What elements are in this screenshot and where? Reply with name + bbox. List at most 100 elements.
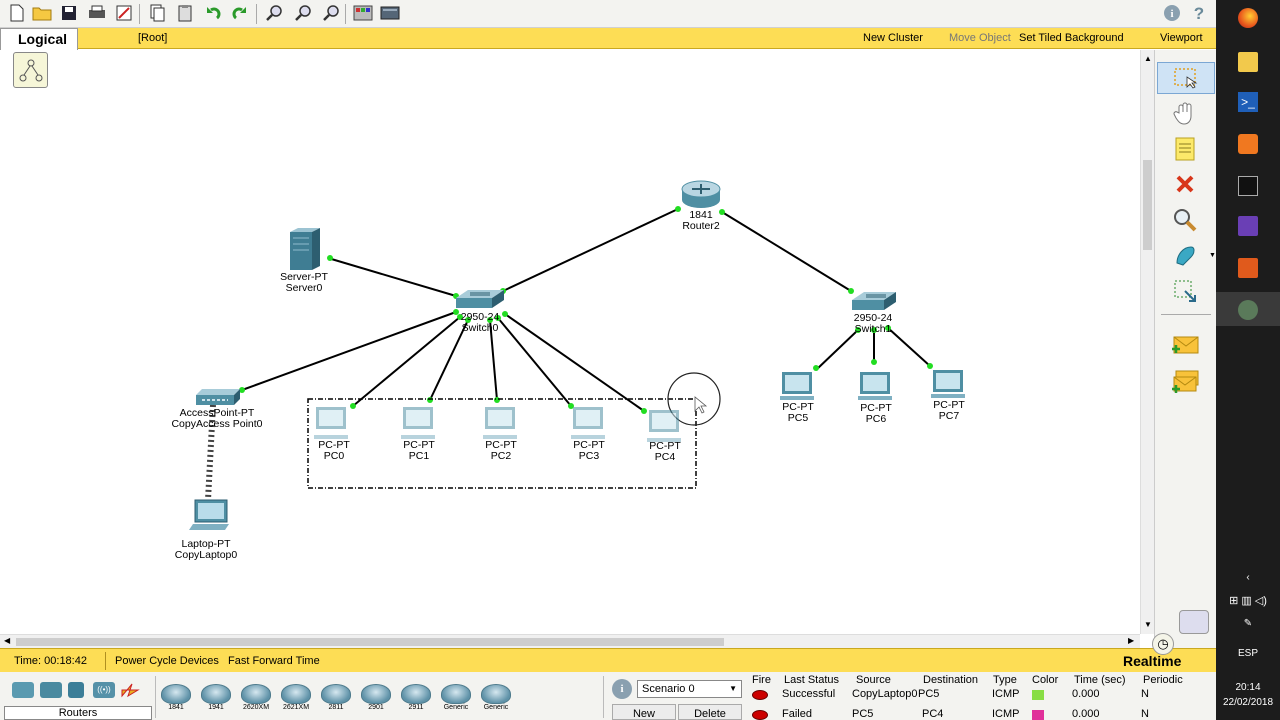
powershell-icon[interactable]: >_ xyxy=(1238,92,1258,112)
viewport-button[interactable]: Viewport xyxy=(1160,28,1203,49)
fast-forward-time-button[interactable]: Fast Forward Time xyxy=(228,649,320,673)
new-cluster-button[interactable]: New Cluster xyxy=(863,28,923,49)
router-model-2811[interactable]: 2811 xyxy=(319,684,353,718)
firefox-icon[interactable] xyxy=(1238,8,1258,28)
switches-category-icon[interactable] xyxy=(40,682,62,698)
packet-tracer-icon[interactable] xyxy=(1238,300,1258,320)
pc-icon xyxy=(401,407,435,439)
routers-category-icon[interactable] xyxy=(12,682,34,698)
sublime-text-icon[interactable] xyxy=(1238,134,1258,154)
delete-scenario-button[interactable]: Delete xyxy=(678,704,742,720)
device-pc3[interactable]: PC-PT PC3 xyxy=(573,440,605,462)
navigation-icon[interactable] xyxy=(13,52,48,88)
device-pc2[interactable]: PC-PT PC2 xyxy=(485,440,517,462)
device-pc1[interactable]: PC-PT PC1 xyxy=(403,440,435,462)
hubs-category-icon[interactable] xyxy=(68,682,84,698)
info-icon[interactable]: i xyxy=(1160,2,1184,24)
clock-date[interactable]: 22/02/2018 xyxy=(1216,697,1280,708)
note-icon[interactable] xyxy=(1169,134,1201,164)
help-icon[interactable]: ? xyxy=(1187,2,1211,24)
zoom-out-icon[interactable] xyxy=(319,2,343,24)
vertical-scroll-thumb[interactable] xyxy=(1143,160,1152,250)
device-pc7[interactable]: PC-PT PC7 xyxy=(933,400,965,422)
connections-category-icon[interactable] xyxy=(120,682,142,698)
show-hidden-icons[interactable]: ‹ xyxy=(1216,572,1280,583)
device-pc6[interactable]: PC-PT PC6 xyxy=(860,403,892,425)
copy-icon[interactable] xyxy=(145,2,169,24)
router-model-2621xm[interactable]: 2621XM xyxy=(279,684,313,718)
scroll-down-icon[interactable]: ▼ xyxy=(1144,620,1152,629)
vertical-scrollbar[interactable]: ▲ ▼ xyxy=(1140,50,1154,634)
device-switch0[interactable]: 2950-24 Switch0 xyxy=(461,312,500,334)
xampp-icon[interactable] xyxy=(1238,258,1258,278)
zoom-in-icon[interactable] xyxy=(262,2,286,24)
router-model-2620xm[interactable]: 2620XM xyxy=(239,684,273,718)
terminal-icon[interactable] xyxy=(1238,176,1258,196)
add-complex-pdu-icon[interactable] xyxy=(1169,367,1201,397)
router-model-2901[interactable]: 2901 xyxy=(359,684,393,718)
print-icon[interactable] xyxy=(85,2,109,24)
simulation-device-icon[interactable] xyxy=(1179,610,1209,634)
power-cycle-devices-button[interactable]: Power Cycle Devices xyxy=(115,649,219,673)
router-model-1841[interactable]: 1841 xyxy=(159,684,193,718)
realtime-mode-label[interactable]: Realtime xyxy=(1123,649,1181,673)
device-pc0[interactable]: PC-PT PC0 xyxy=(318,440,350,462)
clock-time[interactable]: 20:14 xyxy=(1216,682,1280,693)
root-breadcrumb[interactable]: [Root] xyxy=(138,28,167,49)
save-icon[interactable] xyxy=(57,2,81,24)
scenario-select[interactable]: Scenario 0 ▼ xyxy=(637,680,742,698)
device-router2[interactable]: 1841 Router2 xyxy=(682,210,719,232)
fire-button-icon[interactable] xyxy=(752,710,768,720)
delete-icon[interactable] xyxy=(1169,169,1201,199)
device-pc5[interactable]: PC-PT PC5 xyxy=(782,402,814,424)
pc-icon xyxy=(780,372,814,400)
open-folder-icon[interactable] xyxy=(30,2,54,24)
custom-device-icon[interactable] xyxy=(378,2,402,24)
device-laptop0[interactable]: Laptop-PT CopyLaptop0 xyxy=(175,539,237,561)
move-object-button[interactable]: Move Object xyxy=(949,28,1011,49)
system-tray-icons[interactable]: ⊞ ▥ ◁) xyxy=(1216,594,1280,607)
visual-studio-icon[interactable] xyxy=(1238,216,1258,236)
add-simple-pdu-icon[interactable] xyxy=(1169,330,1201,360)
scroll-left-icon[interactable]: ◀ xyxy=(4,636,10,645)
file-explorer-icon[interactable] xyxy=(1238,52,1258,72)
undo-icon[interactable] xyxy=(201,2,225,24)
fire-button-icon[interactable] xyxy=(752,690,768,700)
router-icon xyxy=(401,684,431,704)
dropdown-arrow-icon[interactable]: ▼ xyxy=(1209,252,1216,259)
select-tool-icon[interactable] xyxy=(1157,62,1215,94)
pdu-row[interactable]: Successful CopyLaptop0 PC5 ICMP 0.000 N xyxy=(748,688,1216,702)
pen-icon[interactable]: ✎ xyxy=(1216,618,1280,629)
router-model-generic-2[interactable]: Generic xyxy=(479,684,513,718)
draw-shape-icon[interactable] xyxy=(1169,240,1201,270)
device-switch1[interactable]: 2950-24 Switch1 xyxy=(854,313,893,335)
paste-icon[interactable] xyxy=(173,2,197,24)
simulation-time: Time: 00:18:42 xyxy=(14,655,87,667)
new-file-icon[interactable] xyxy=(4,2,28,24)
zoom-reset-icon[interactable] xyxy=(291,2,315,24)
horizontal-scroll-thumb[interactable] xyxy=(16,638,724,646)
scroll-right-icon[interactable]: ▶ xyxy=(1128,636,1134,645)
new-scenario-button[interactable]: New xyxy=(612,704,676,720)
router-model-1941[interactable]: 1941 xyxy=(199,684,233,718)
device-access-point0[interactable]: AccessPoint-PT CopyAccess Point0 xyxy=(171,408,262,430)
palette-icon[interactable] xyxy=(351,2,375,24)
activity-wizard-icon[interactable] xyxy=(112,2,136,24)
set-tiled-background-button[interactable]: Set Tiled Background xyxy=(1019,28,1124,49)
horizontal-scrollbar[interactable]: ◀ ▶ xyxy=(0,634,1140,648)
move-layout-hand-icon[interactable] xyxy=(1169,98,1201,128)
logical-workspace[interactable]: 1841 Router2 Server-PT Server0 2950-24 Swit… xyxy=(0,50,1140,634)
router-model-2911[interactable]: 2911 xyxy=(399,684,433,718)
redo-icon[interactable] xyxy=(228,2,252,24)
scroll-up-icon[interactable]: ▲ xyxy=(1144,54,1152,63)
inspect-magnifier-icon[interactable] xyxy=(1169,205,1201,235)
resize-shape-icon[interactable] xyxy=(1169,276,1201,306)
wireless-category-icon[interactable]: ((•)) xyxy=(93,682,115,698)
router-model-generic-1[interactable]: Generic xyxy=(439,684,473,718)
device-pc4[interactable]: PC-PT PC4 xyxy=(649,441,681,463)
pdu-row[interactable]: Failed PC5 PC4 ICMP 0.000 N xyxy=(748,708,1216,720)
scenario-info-icon[interactable]: i xyxy=(612,679,632,699)
tab-logical[interactable]: Logical xyxy=(0,28,78,50)
input-language[interactable]: ESP xyxy=(1216,648,1280,659)
device-server0[interactable]: Server-PT Server0 xyxy=(280,272,328,294)
